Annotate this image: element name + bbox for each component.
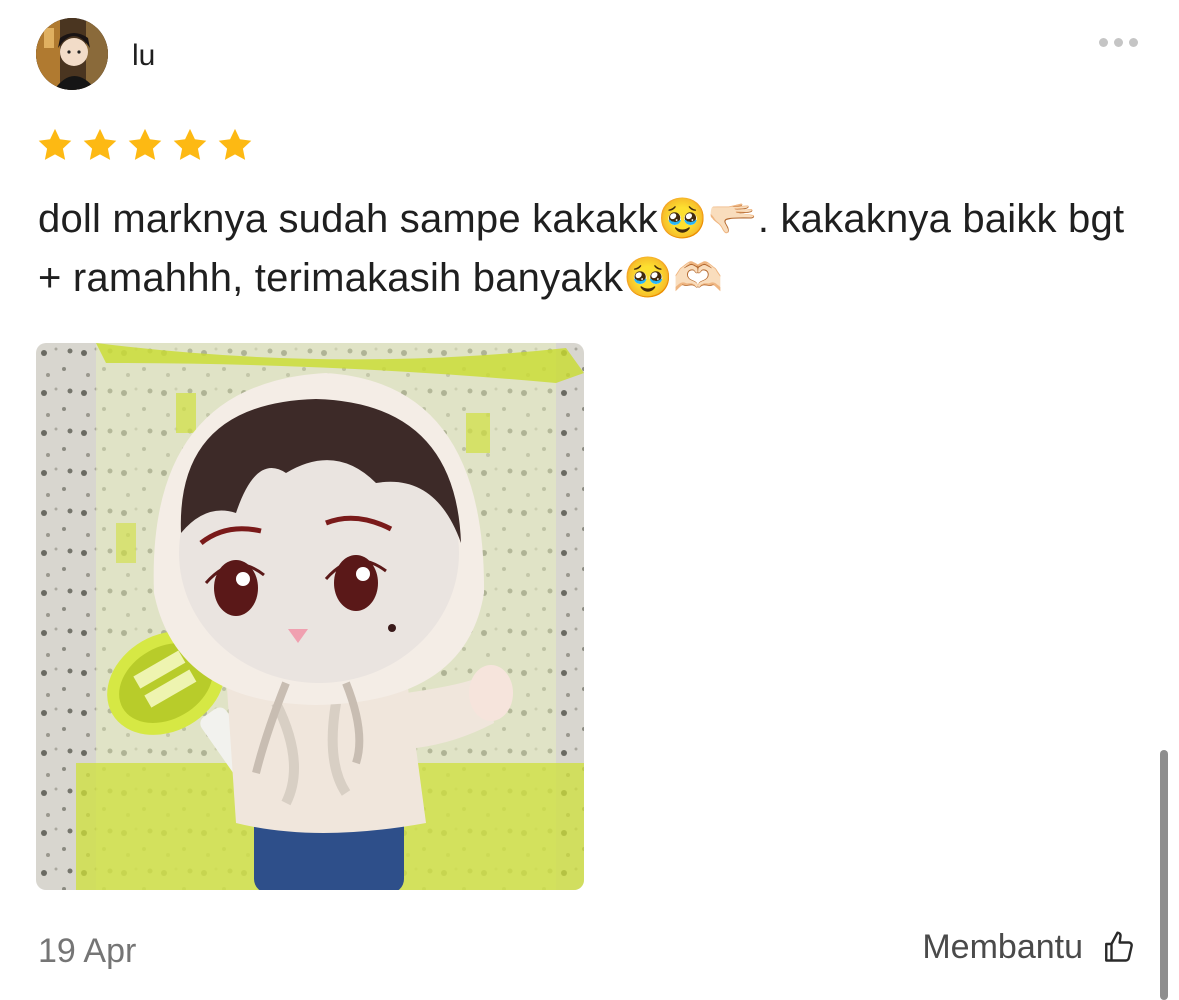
username[interactable]: lu (132, 38, 155, 74)
doll-photo-image (36, 343, 584, 890)
more-dot-icon (1113, 37, 1123, 47)
review-text: doll marknya sudah sampe kakakk🥹🫳🏻. kaka… (38, 197, 1125, 300)
star-icon (173, 128, 207, 160)
helpful-label: Membantu (922, 928, 1083, 966)
star-icon (38, 128, 72, 160)
review-card: lu doll marknya sudah sampe kakakk🥹🫳🏻. k… (0, 0, 1179, 1000)
review-date: 19 Apr (38, 932, 137, 970)
star-icon (83, 128, 117, 160)
review-photo[interactable] (36, 343, 584, 890)
star-icon (128, 128, 162, 160)
star-rating (36, 126, 254, 164)
thumbs-up-icon (1105, 931, 1133, 962)
more-dot-icon (1098, 37, 1108, 47)
star-icon (218, 128, 252, 160)
avatar-image (36, 18, 108, 90)
helpful-button[interactable]: Membantu (922, 926, 1137, 968)
scrollbar-thumb[interactable] (1160, 750, 1168, 1000)
user-avatar[interactable] (36, 18, 108, 90)
more-options-button[interactable] (1088, 28, 1148, 56)
more-dot-icon (1128, 37, 1138, 47)
